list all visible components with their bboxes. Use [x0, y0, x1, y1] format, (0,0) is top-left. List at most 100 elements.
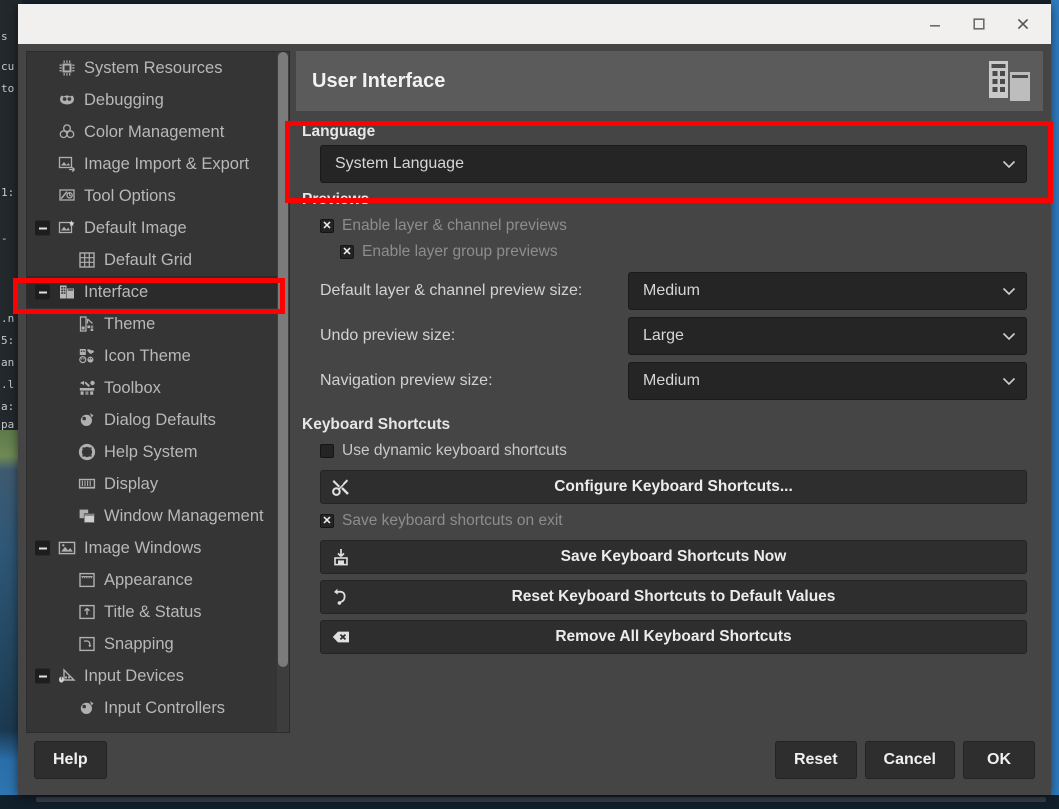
checkbox-box: ✕ [320, 219, 334, 233]
expander-toggle[interactable] [35, 540, 50, 556]
language-selected-value: System Language [335, 155, 464, 172]
sidebar-item-default-image[interactable]: Default Image [27, 212, 277, 244]
sidebar-item-label: Image Windows [84, 538, 202, 557]
sidebar-item-appearance[interactable]: Appearance [27, 564, 277, 596]
sidebar-item-label: Tool Options [84, 186, 176, 205]
maximize-icon [973, 18, 985, 30]
button-label: Configure Keyboard Shortcuts... [554, 478, 793, 495]
previews-section-title: Previews [302, 191, 370, 208]
color-circles-icon [57, 122, 77, 142]
maximize-button[interactable] [957, 7, 1001, 41]
sidebar-item-label: Icon Theme [104, 346, 191, 365]
checkbox-label: Enable layer group previews [362, 243, 558, 260]
sidebar-item-image-import-export[interactable]: Image Import & Export [27, 148, 277, 180]
checkbox-label: Save keyboard shortcuts on exit [342, 512, 563, 529]
wilber-icon [57, 90, 77, 110]
sidebar-item-label: Appearance [104, 570, 193, 589]
sidebar-item-default-grid[interactable]: Default Grid [27, 244, 277, 276]
window-titlebar [18, 4, 1051, 44]
sidebar-item-label: Display [104, 474, 159, 493]
checkbox-enable-layer-group-previews[interactable]: ✕ Enable layer group previews [298, 239, 1041, 265]
dialog-defaults-icon [77, 410, 97, 430]
default-preview-size-select[interactable]: Medium [628, 272, 1027, 310]
remove-all-keyboard-shortcuts-button[interactable]: Remove All Keyboard Shortcuts [320, 620, 1027, 654]
expander-toggle[interactable] [35, 668, 50, 684]
reset-button[interactable]: Reset [774, 741, 857, 779]
sidebar-item-system-resources[interactable]: System Resources [27, 52, 277, 84]
sidebar-item-toolbox[interactable]: Toolbox [27, 372, 277, 404]
sidebar-item-label: Toolbox [104, 378, 161, 397]
sidebar-item-label: Default Grid [104, 250, 193, 269]
sidebar-item-title-status[interactable]: Title & Status [27, 596, 277, 628]
sidebar-scrollbar-track[interactable] [277, 52, 289, 732]
sidebar-scrollbar-thumb[interactable] [278, 52, 288, 667]
sidebar-item-color-management[interactable]: Color Management [27, 116, 277, 148]
sidebar-item-interface[interactable]: Interface [27, 276, 277, 308]
keyboard-shortcuts-section-title: Keyboard Shortcuts [302, 416, 451, 433]
page-header: User Interface [296, 51, 1043, 111]
sidebar-item-input-devices[interactable]: Input Devices [27, 660, 277, 692]
ok-button[interactable]: OK [963, 741, 1035, 779]
selected-value: Medium [643, 372, 700, 389]
theme-icon [77, 314, 97, 334]
sidebar-item-display[interactable]: Display [27, 468, 277, 500]
checkbox-label: Enable layer & channel previews [342, 217, 567, 234]
cancel-button[interactable]: Cancel [864, 741, 955, 779]
checkbox-save-keyboard-shortcuts-on-exit[interactable]: ✕ Save keyboard shortcuts on exit [298, 508, 1041, 534]
minimize-button[interactable] [913, 7, 957, 41]
input-devices-icon [57, 666, 77, 686]
language-select[interactable]: System Language [320, 145, 1027, 183]
title-status-icon [77, 602, 97, 622]
chevron-down-icon [1002, 159, 1016, 169]
footer-actions: Reset Cancel OK [774, 741, 1035, 779]
background-taskbar [0, 795, 1059, 809]
sidebar-item-snapping[interactable]: Snapping [27, 628, 277, 660]
sidebar-item-input-controllers[interactable]: Input Controllers [27, 692, 277, 724]
image-windows-icon [57, 538, 77, 558]
sidebar-item-label: System Resources [84, 58, 223, 77]
selected-value: Medium [643, 282, 700, 299]
sidebar-item-icon-theme[interactable]: Icon Theme [27, 340, 277, 372]
icon-theme-icon [77, 346, 97, 366]
grid-icon [77, 250, 97, 270]
help-button[interactable]: Help [34, 741, 107, 779]
delete-icon [331, 627, 351, 647]
default-image-icon [57, 218, 77, 238]
expander-toggle[interactable] [35, 284, 50, 300]
save-keyboard-shortcuts-now-button[interactable]: Save Keyboard Shortcuts Now [320, 540, 1027, 574]
user-interface-icon [983, 57, 1031, 105]
checkbox-enable-layer-channel-previews[interactable]: ✕ Enable layer & channel previews [298, 213, 1041, 239]
sidebar-item-label: Input Controllers [104, 698, 226, 717]
sidebar-item-theme[interactable]: Theme [27, 308, 277, 340]
sidebar-item-help-system[interactable]: Help System [27, 436, 277, 468]
preferences-sidebar: System Resources Debugging Color Managem… [26, 51, 290, 733]
field-label: Default layer & channel preview size: [320, 282, 583, 299]
tool-options-icon [57, 186, 77, 206]
sidebar-item-label: Interface [84, 282, 149, 301]
import-export-icon [57, 154, 77, 174]
button-label: Save Keyboard Shortcuts Now [560, 548, 787, 565]
reset-keyboard-shortcuts-button[interactable]: Reset Keyboard Shortcuts to Default Valu… [320, 580, 1027, 614]
sidebar-item-tool-options[interactable]: Tool Options [27, 180, 277, 212]
sidebar-item-debugging[interactable]: Debugging [27, 84, 277, 116]
configure-keyboard-shortcuts-button[interactable]: Configure Keyboard Shortcuts... [320, 470, 1027, 504]
dialog-body: System Resources Debugging Color Managem… [18, 44, 1051, 733]
sidebar-item-dialog-defaults[interactable]: Dialog Defaults [27, 404, 277, 436]
undo-preview-size-select[interactable]: Large [628, 317, 1027, 355]
input-controllers-icon [77, 698, 97, 718]
close-icon [1017, 18, 1029, 30]
close-button[interactable] [1001, 7, 1045, 41]
sidebar-item-window-management[interactable]: Window Management [27, 500, 277, 532]
button-label: Remove All Keyboard Shortcuts [555, 628, 792, 645]
interface-icon [57, 282, 77, 302]
sidebar-item-image-windows[interactable]: Image Windows [27, 532, 277, 564]
snapping-icon [77, 634, 97, 654]
sidebar-item-label: Input Devices [84, 666, 184, 685]
toolbox-icon [77, 378, 97, 398]
expander-toggle[interactable] [35, 220, 50, 236]
language-section-title: Language [302, 123, 376, 140]
page-title: User Interface [312, 69, 446, 92]
chevron-down-icon [1002, 286, 1016, 296]
navigation-preview-size-select[interactable]: Medium [628, 362, 1027, 400]
checkbox-use-dynamic-keyboard-shortcuts[interactable]: Use dynamic keyboard shortcuts [298, 438, 1041, 464]
